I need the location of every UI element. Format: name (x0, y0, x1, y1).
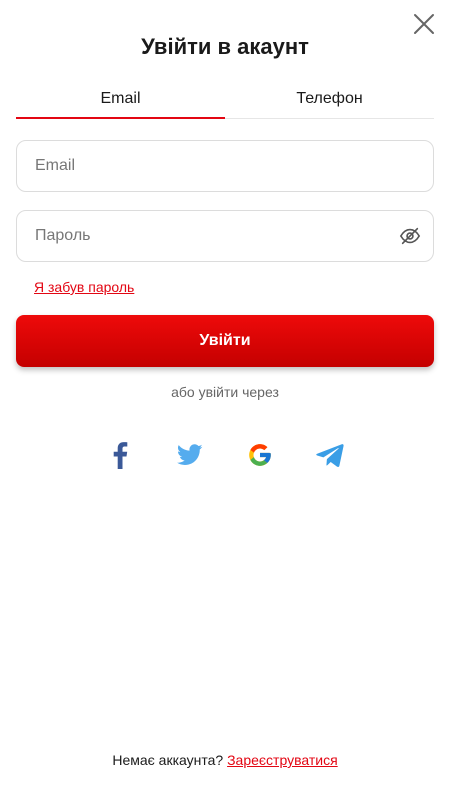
register-prompt: Немає аккаунта? Зареєструватися (0, 752, 450, 768)
telegram-icon (316, 444, 344, 467)
register-prompt-text: Немає аккаунта? (112, 752, 224, 768)
social-divider-text: або увійти через (171, 384, 279, 400)
facebook-icon (113, 442, 128, 469)
twitter-login-button[interactable] (173, 438, 207, 472)
tab-email[interactable]: Email (16, 86, 225, 119)
google-login-button[interactable] (243, 438, 277, 472)
close-icon (414, 14, 434, 34)
forgot-password-link[interactable]: Я забув пароль (34, 279, 134, 295)
login-button[interactable]: Увійти (16, 315, 434, 367)
social-login-row (0, 438, 450, 472)
auth-tabs: Email Телефон (16, 86, 434, 119)
facebook-login-button[interactable] (103, 438, 137, 472)
twitter-icon (177, 444, 203, 465)
email-input[interactable] (17, 141, 433, 191)
close-button[interactable] (412, 12, 436, 36)
google-icon (249, 444, 271, 466)
eye-off-icon (399, 227, 421, 245)
email-field-wrapper (16, 140, 434, 192)
password-field-wrapper (16, 210, 434, 262)
register-link[interactable]: Зареєструватися (227, 752, 338, 768)
password-input[interactable] (17, 211, 433, 261)
telegram-login-button[interactable] (313, 438, 347, 472)
page-title: Увійти в акаунт (141, 34, 309, 59)
tab-phone[interactable]: Телефон (225, 86, 434, 118)
password-visibility-toggle[interactable] (399, 225, 421, 247)
